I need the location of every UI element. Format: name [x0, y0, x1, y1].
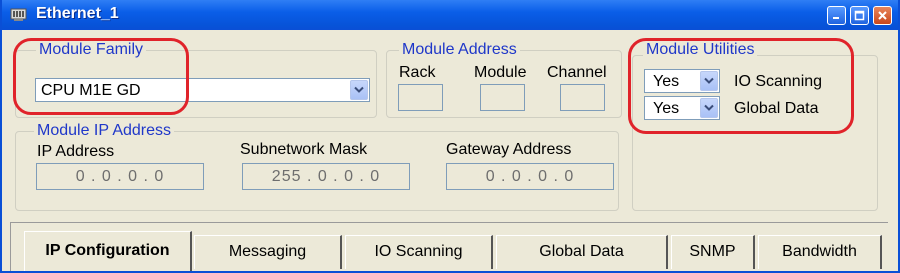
window-title: Ethernet_1	[36, 5, 119, 22]
gateway-address-field[interactable]: 0 . 0 . 0 . 0	[446, 163, 614, 190]
gateway-address-label: Gateway Address	[446, 141, 572, 158]
rack-field[interactable]	[398, 84, 443, 111]
tab-label: IP Configuration	[45, 242, 170, 259]
tab-label: Messaging	[228, 243, 307, 260]
tab-label: SNMP	[689, 243, 736, 260]
maximize-icon	[854, 10, 865, 21]
module-label: Module	[474, 64, 527, 81]
channel-field[interactable]	[560, 84, 605, 111]
close-button[interactable]	[873, 6, 892, 25]
tab-label: IO Scanning	[374, 243, 463, 260]
network-module-icon	[10, 8, 27, 21]
minimize-icon	[833, 17, 839, 19]
subnet-mask-label: Subnetwork Mask	[240, 141, 368, 158]
rack-label: Rack	[399, 64, 436, 81]
close-icon	[878, 11, 887, 20]
chevron-down-icon	[354, 86, 364, 93]
ip-address-label: IP Address	[37, 143, 115, 160]
ethernet-config-window: Ethernet_1 Module Family CPU M1E GD Modu…	[0, 0, 900, 273]
module-utilities-highlight	[628, 38, 854, 134]
minimize-button[interactable]	[827, 6, 846, 25]
subnet-mask-field[interactable]: 255 . 0 . 0 . 0	[242, 163, 410, 190]
ip-address-field[interactable]: 0 . 0 . 0 . 0	[36, 163, 204, 190]
module-address-title: Module Address	[399, 41, 520, 59]
channel-label: Channel	[547, 64, 607, 81]
module-family-dropdown-button[interactable]	[350, 80, 368, 100]
title-bar[interactable]: Ethernet_1	[2, 0, 898, 30]
tab-label: Bandwidth	[782, 243, 857, 260]
tab-io-scanning[interactable]: IO Scanning	[345, 235, 493, 269]
maximize-button[interactable]	[850, 6, 869, 25]
tab-ip-configuration[interactable]: IP Configuration	[24, 231, 192, 271]
module-family-highlight	[13, 38, 189, 115]
tab-snmp[interactable]: SNMP	[671, 235, 755, 269]
tab-label: Global Data	[539, 243, 624, 260]
module-ip-title: Module IP Address	[34, 122, 175, 140]
tab-global-data[interactable]: Global Data	[496, 235, 668, 269]
tab-bandwidth[interactable]: Bandwidth	[758, 235, 882, 269]
tab-messaging[interactable]: Messaging	[194, 235, 342, 269]
module-field[interactable]	[480, 84, 525, 111]
